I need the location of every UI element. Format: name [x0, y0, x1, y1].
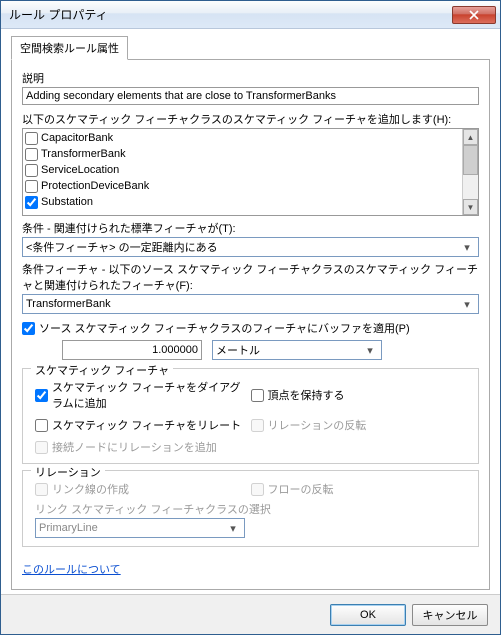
link-class-combo: PrimaryLine ▾: [35, 518, 245, 538]
list-item[interactable]: ProtectionDeviceBank: [25, 178, 476, 194]
link-create-checkbox: [35, 483, 48, 496]
cond-feat-label: 条件フィーチャ - 以下のソース スケマティック フィーチャクラスのスケマティッ…: [22, 261, 479, 293]
scroll-up-icon[interactable]: ▲: [463, 129, 478, 145]
list-item[interactable]: TransformerBank: [25, 146, 476, 162]
list-item[interactable]: ServiceLocation: [25, 162, 476, 178]
group-legend: スケマティック フィーチャ: [31, 362, 173, 378]
group-legend: リレーション: [31, 464, 105, 480]
buffer-value-input[interactable]: [62, 340, 202, 360]
chevron-down-icon: ▾: [459, 239, 475, 255]
link-class-label: リンク スケマティック フィーチャクラスの選択: [35, 501, 466, 517]
scroll-thumb[interactable]: [463, 145, 478, 175]
add-relation-conn-checkbox: [35, 441, 48, 454]
checkbox[interactable]: [25, 180, 38, 193]
checkbox[interactable]: [25, 148, 38, 161]
tab-panel: 説明 以下のスケマティック フィーチャクラスのスケマティック フィーチャを追加し…: [11, 60, 490, 590]
ok-button[interactable]: OK: [330, 604, 406, 626]
checkbox[interactable]: [25, 196, 38, 209]
tabbar: 空間検索ルール属性: [11, 35, 490, 60]
list-label: 以下のスケマティック フィーチャクラスのスケマティック フィーチャを追加します(…: [22, 111, 479, 127]
chevron-down-icon: ▾: [225, 520, 241, 536]
close-button[interactable]: [452, 6, 496, 24]
cancel-button[interactable]: キャンセル: [412, 604, 488, 626]
buffer-checkbox[interactable]: [22, 322, 35, 335]
dialog-window: ルール プロパティ 空間検索ルール属性 説明 以下のスケマティック フィーチャク…: [0, 0, 501, 635]
condition-feature-combo[interactable]: TransformerBank ▾: [22, 294, 479, 314]
tab-spatial-rule[interactable]: 空間検索ルール属性: [11, 36, 128, 60]
titlebar: ルール プロパティ: [1, 1, 500, 29]
dialog-footer: OK キャンセル: [1, 594, 500, 634]
buffer-label: ソース スケマティック フィーチャクラスのフィーチャにバッファを適用(P): [39, 320, 410, 336]
desc-label: 説明: [22, 70, 479, 86]
checkbox[interactable]: [25, 164, 38, 177]
feature-class-listbox[interactable]: CapacitorBank TransformerBank ServiceLoc…: [22, 128, 479, 216]
condition-combo[interactable]: <条件フィーチャ> の一定距離内にある ▾: [22, 237, 479, 257]
chevron-down-icon: ▾: [362, 342, 378, 358]
list-item[interactable]: CapacitorBank: [25, 130, 476, 146]
title-text: ルール プロパティ: [9, 6, 108, 23]
content-area: 空間検索ルール属性 説明 以下のスケマティック フィーチャクラスのスケマティック…: [1, 29, 500, 634]
relation-group: リレーション リンク線の作成 フローの反転 リンク スケマティック フィーチャク…: [22, 470, 479, 547]
list-item[interactable]: Substation: [25, 194, 476, 210]
desc-input[interactable]: [22, 87, 479, 105]
scrollbar[interactable]: ▲ ▼: [462, 129, 478, 215]
scroll-down-icon[interactable]: ▼: [463, 199, 478, 215]
schematic-feature-group: スケマティック フィーチャ スケマティック フィーチャをダイアグラムに追加 頂点…: [22, 368, 479, 464]
relation-reverse-checkbox: [251, 419, 264, 432]
checkbox[interactable]: [25, 132, 38, 145]
cond-label: 条件 - 関連付けられた標準フィーチャが(T):: [22, 220, 479, 236]
about-rule-link[interactable]: このルールについて: [22, 561, 121, 577]
add-diagram-checkbox[interactable]: [35, 389, 48, 402]
flow-reverse-checkbox: [251, 483, 264, 496]
buffer-unit-combo[interactable]: メートル ▾: [212, 340, 382, 360]
keep-vertex-checkbox[interactable]: [251, 389, 264, 402]
relate-checkbox[interactable]: [35, 419, 48, 432]
chevron-down-icon: ▾: [459, 296, 475, 312]
